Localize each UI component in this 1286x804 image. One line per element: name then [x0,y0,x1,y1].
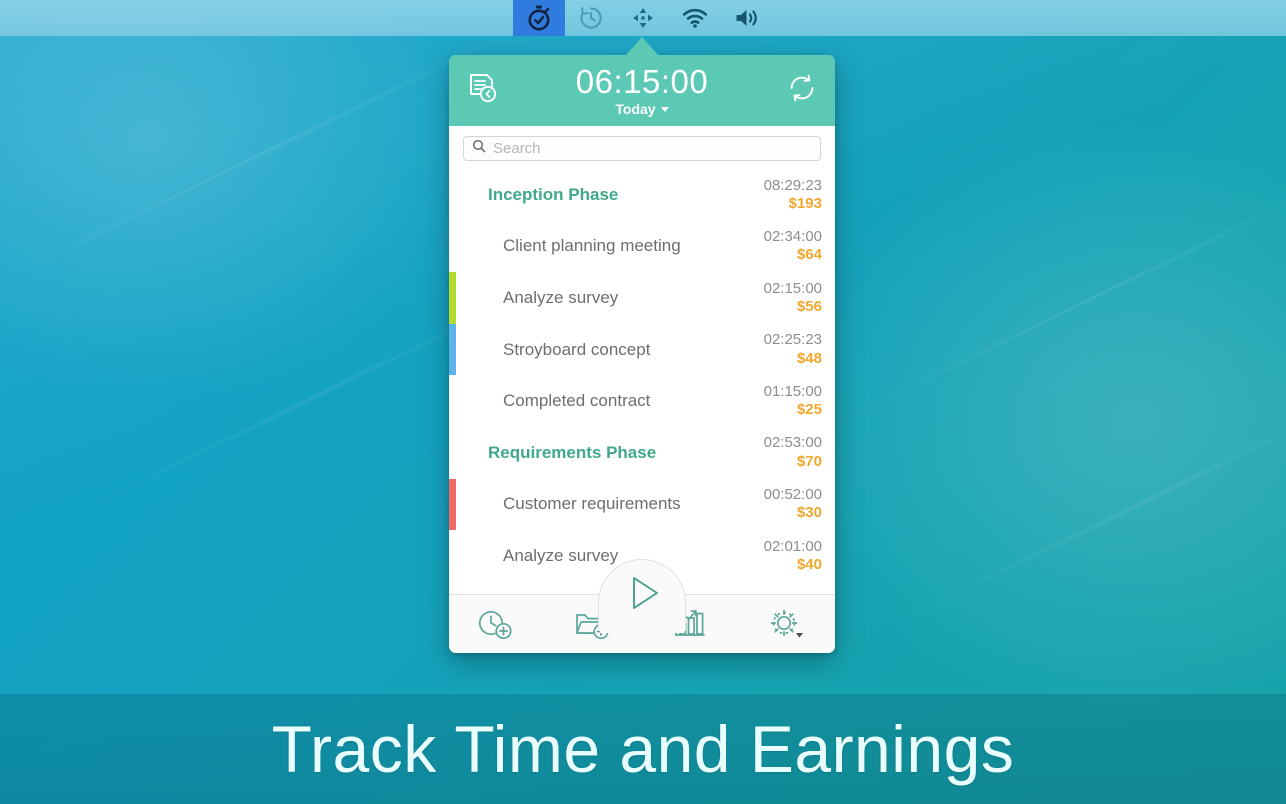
caption-text: Track Time and Earnings [271,712,1015,786]
task-color-bar [449,323,456,376]
wallpaper-glow [0,0,460,400]
row-earnings: $48 [796,349,822,367]
disclosure-triangle-icon[interactable] [466,189,480,199]
day-selector[interactable]: Today [615,100,669,117]
row-duration: 08:29:23 [763,176,822,194]
row-duration: 02:15:00 [763,279,822,297]
panel-toolbar [449,559,835,653]
menubar-item-volume[interactable] [721,0,773,36]
wallpaper-glow [786,120,1286,720]
row-duration: 02:25:23 [763,331,822,349]
row-amounts: 02:34:00 $64 [764,228,822,265]
row-earnings: $193 [788,194,822,212]
row-label-wrap: Client planning meeting [467,236,764,256]
row-amounts: 00:52:00 $30 [764,486,822,523]
timing-popover-panel: 06:15:00 Today Search Inception Phase 08… [449,55,835,653]
caption-band: Track Time and Earnings [0,694,1286,804]
chevron-down-icon [660,107,669,112]
row-amounts: 08:29:23 $193 [764,177,822,214]
clock-history-icon [578,5,604,31]
row-label-wrap: Analyze survey [467,546,764,566]
search-input[interactable] [493,140,812,157]
task-group-row[interactable]: Inception Phase 08:29:23 $193 [449,169,835,221]
menubar-item-stopwatch[interactable] [513,0,565,36]
row-label: Client planning meeting [503,236,681,256]
row-label-wrap: Analyze survey [467,288,764,308]
row-label-wrap: Stroyboard concept [467,340,764,360]
stopwatch-icon [525,4,553,32]
panel-header: 06:15:00 Today [449,55,835,126]
task-row[interactable]: Completed contract 01:15:00 $25 [449,375,835,427]
search-icon [472,139,486,158]
row-label-wrap: Inception Phase [466,184,764,205]
row-label: Inception Phase [488,184,619,204]
volume-icon [733,6,761,30]
row-amounts: 01:15:00 $25 [764,383,822,420]
row-earnings: $40 [796,555,822,573]
row-label: Stroyboard concept [503,339,651,359]
row-label: Completed contract [503,391,651,411]
sync-icon[interactable] [783,69,821,112]
task-color-bar [449,272,456,324]
row-duration: 01:15:00 [763,382,822,400]
task-row[interactable]: Analyze survey 02:15:00 $56 [449,272,835,324]
row-duration: 02:53:00 [763,434,822,452]
row-label: Analyze survey [503,287,619,307]
search-box[interactable] [463,136,821,161]
row-earnings: $30 [796,504,822,522]
row-label-wrap: Requirements Phase [466,442,764,463]
add-time-entry-button[interactable] [475,607,517,641]
row-amounts: 02:01:00 $40 [764,538,822,575]
row-label-wrap: Customer requirements [467,494,764,514]
row-earnings: $56 [796,297,822,315]
settings-button[interactable] [765,606,809,642]
row-label-wrap: Completed contract [467,391,764,411]
task-color-bar [449,478,456,531]
row-earnings: $70 [796,452,822,470]
panel-header-center: 06:15:00 Today [449,55,835,126]
task-row[interactable]: Stroyboard concept 02:25:23 $48 [449,323,835,376]
row-amounts: 02:15:00 $56 [764,280,822,317]
row-amounts: 02:25:23 $48 [764,331,822,368]
timer-total: 06:15:00 [575,62,709,100]
search-area [449,126,835,169]
task-row[interactable]: Customer requirements 00:52:00 $30 [449,478,835,531]
disclosure-triangle-icon[interactable] [466,447,480,457]
menu-bar [0,0,1286,36]
menubar-item-wifi[interactable] [669,0,721,36]
play-icon [619,570,665,621]
row-label: Requirements Phase [488,442,657,462]
reports-icon[interactable] [463,69,501,112]
play-cutout-mask [600,629,684,633]
row-duration: 02:01:00 [763,537,822,555]
row-earnings: $25 [796,401,822,419]
popover-arrow [625,37,659,56]
arrows-move-icon [630,5,656,31]
menubar-item-displays[interactable] [617,0,669,36]
day-selector-label: Today [615,100,656,117]
row-label: Analyze survey [503,545,619,565]
wifi-icon [681,6,709,30]
menubar-item-time-machine[interactable] [565,0,617,36]
row-earnings: $64 [796,246,822,264]
row-duration: 02:34:00 [763,228,822,246]
task-list[interactable]: Inception Phase 08:29:23 $193 Client planni… [449,169,835,594]
row-duration: 00:52:00 [763,486,822,504]
row-amounts: 02:53:00 $70 [764,434,822,471]
task-group-row[interactable]: Requirements Phase 02:53:00 $70 [449,427,835,479]
task-row[interactable]: Client planning meeting 02:34:00 $64 [449,221,835,273]
row-label: Customer requirements [503,494,681,514]
